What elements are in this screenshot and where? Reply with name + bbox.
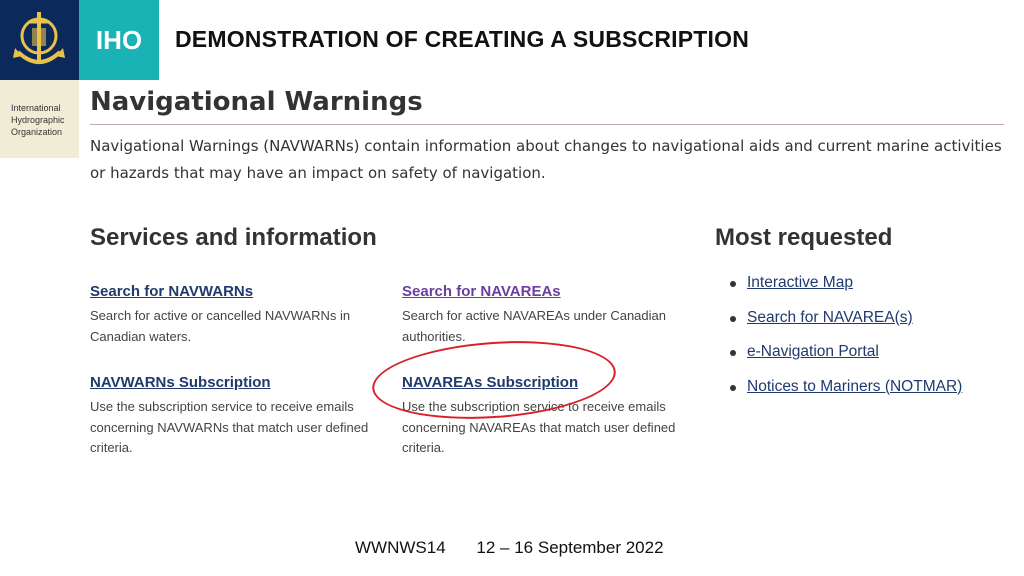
anchor-emblem-icon — [13, 12, 65, 64]
slide-title: DEMONSTRATION OF CREATING A SUBSCRIPTION — [175, 26, 750, 52]
footer-event: WWNWS14 — [355, 538, 446, 557]
notices-to-mariners-link[interactable]: Notices to Mariners (NOTMAR) — [747, 378, 962, 395]
page-description: Navigational Warnings (NAVWARNs) contain… — [90, 137, 1002, 182]
most-requested-item[interactable]: Notices to Mariners (NOTMAR) — [730, 370, 962, 405]
most-requested-list: Interactive Map Search for NAVAREA(s) e-… — [730, 266, 962, 404]
search-navwarns-link[interactable]: Search for NAVWARNs — [90, 283, 380, 300]
e-navigation-portal-link[interactable]: e-Navigation Portal — [747, 343, 879, 360]
org-name: International Hydrographic Organization — [0, 80, 79, 158]
services-heading: Services and information — [90, 224, 377, 251]
most-requested-item[interactable]: e-Navigation Portal — [730, 335, 962, 370]
most-requested-heading: Most requested — [715, 224, 893, 251]
service-item: Search for NAVWARNs Search for active or… — [90, 283, 380, 347]
footer-dates: 12 – 16 September 2022 — [476, 538, 664, 557]
webpage-screenshot: Navigational Warnings Navigational Warni… — [90, 84, 1004, 187]
service-description: Use the subscription service to receive … — [90, 399, 369, 455]
service-item: NAVWARNs Subscription Use the subscripti… — [90, 374, 380, 459]
iho-emblem-logo — [0, 0, 79, 80]
service-description: Search for active or cancelled NAVWARNs … — [90, 308, 351, 344]
page-title: Navigational Warnings — [90, 87, 423, 117]
iho-logo-text: IHO — [79, 0, 159, 80]
interactive-map-link[interactable]: Interactive Map — [747, 274, 853, 291]
service-item: Search for NAVAREAs Search for active NA… — [402, 283, 692, 347]
most-requested-item[interactable]: Interactive Map — [730, 266, 962, 301]
slide-footer: WWNWS14 12 – 16 September 2022 — [355, 538, 690, 558]
search-navarea-link[interactable]: Search for NAVAREA(s) — [747, 309, 913, 326]
most-requested-item[interactable]: Search for NAVAREA(s) — [730, 301, 962, 336]
service-description: Search for active NAVAREAs under Canadia… — [402, 308, 666, 344]
org-line: Hydrographic — [11, 115, 65, 125]
org-line: International — [11, 103, 61, 113]
navwarns-subscription-link[interactable]: NAVWARNs Subscription — [90, 374, 380, 391]
title-divider — [90, 124, 1004, 125]
org-line: Organization — [11, 127, 63, 137]
search-navareas-link[interactable]: Search for NAVAREAs — [402, 283, 692, 300]
